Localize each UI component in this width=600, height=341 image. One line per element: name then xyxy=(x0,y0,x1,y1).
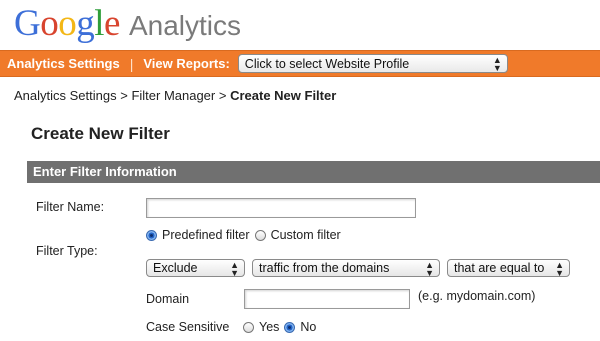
select-arrows-icon: ▲ ▼ xyxy=(425,260,434,278)
breadcrumb-filter-manager[interactable]: Filter Manager xyxy=(131,88,215,103)
logo-letter: o xyxy=(40,3,59,44)
case-yes-radio[interactable] xyxy=(243,321,254,333)
filter-action-value: Exclude xyxy=(153,261,198,275)
filter-name-input[interactable] xyxy=(146,198,416,218)
logo-letter: o xyxy=(58,3,77,44)
case-sensitive-radio-group: Yes No xyxy=(243,320,321,334)
profile-select-value: Click to select Website Profile xyxy=(244,57,410,71)
domain-hint: (e.g. mydomain.com) xyxy=(418,289,536,303)
breadcrumb: Analytics Settings > Filter Manager > Cr… xyxy=(14,88,336,103)
logo-letter: g xyxy=(76,3,95,44)
filter-source-value: traffic from the domains xyxy=(259,261,390,275)
domain-label: Domain xyxy=(146,292,190,306)
case-sensitive-label: Case Sensitive xyxy=(146,320,230,334)
logo-letter: G xyxy=(14,3,41,44)
nav-separator: | xyxy=(129,55,134,72)
analytics-wordmark: Analytics xyxy=(128,10,241,41)
filter-name-label: Filter Name: xyxy=(36,200,105,214)
logo-letter: e xyxy=(104,3,120,44)
filter-match-value: that are equal to xyxy=(454,261,545,275)
case-no-label[interactable]: No xyxy=(300,320,316,334)
view-reports-label: View Reports: xyxy=(143,56,230,71)
page-title: Create New Filter xyxy=(31,124,170,143)
breadcrumb-separator: > xyxy=(215,88,231,103)
domain-input[interactable] xyxy=(244,289,410,309)
filter-source-select[interactable]: traffic from the domains ▲ ▼ xyxy=(252,259,440,278)
filter-match-select[interactable]: that are equal to ▲ ▼ xyxy=(447,259,570,278)
select-arrows-icon: ▲ ▼ xyxy=(555,260,564,278)
select-arrows-icon: ▲ ▼ xyxy=(230,260,239,278)
predefined-filter-label[interactable]: Predefined filter xyxy=(162,228,250,242)
filter-action-select[interactable]: Exclude ▲ ▼ xyxy=(146,259,245,278)
filter-type-label: Filter Type: xyxy=(36,244,98,258)
breadcrumb-current: Create New Filter xyxy=(230,88,337,103)
custom-filter-radio[interactable] xyxy=(254,229,266,241)
breadcrumb-separator: > xyxy=(116,88,132,103)
select-arrows-icon: ▲ ▼ xyxy=(492,55,502,73)
logo-letter: l xyxy=(94,3,105,44)
case-no-radio[interactable] xyxy=(284,321,296,333)
filter-type-radio-group: Predefined filter Custom filter xyxy=(146,228,346,242)
analytics-settings-link[interactable]: Analytics Settings xyxy=(7,56,120,71)
case-yes-label[interactable]: Yes xyxy=(259,320,279,334)
top-navbar: Analytics Settings | View Reports: Click… xyxy=(0,50,600,77)
website-profile-select[interactable]: Click to select Website Profile ▲ ▼ xyxy=(237,54,508,73)
google-wordmark: Google xyxy=(14,2,120,46)
google-analytics-logo: Google Analytics xyxy=(14,2,241,46)
breadcrumb-analytics-settings[interactable]: Analytics Settings xyxy=(14,88,117,103)
predefined-filter-radio[interactable] xyxy=(146,229,157,241)
custom-filter-label[interactable]: Custom filter xyxy=(271,228,341,242)
section-header: Enter Filter Information xyxy=(27,161,600,183)
